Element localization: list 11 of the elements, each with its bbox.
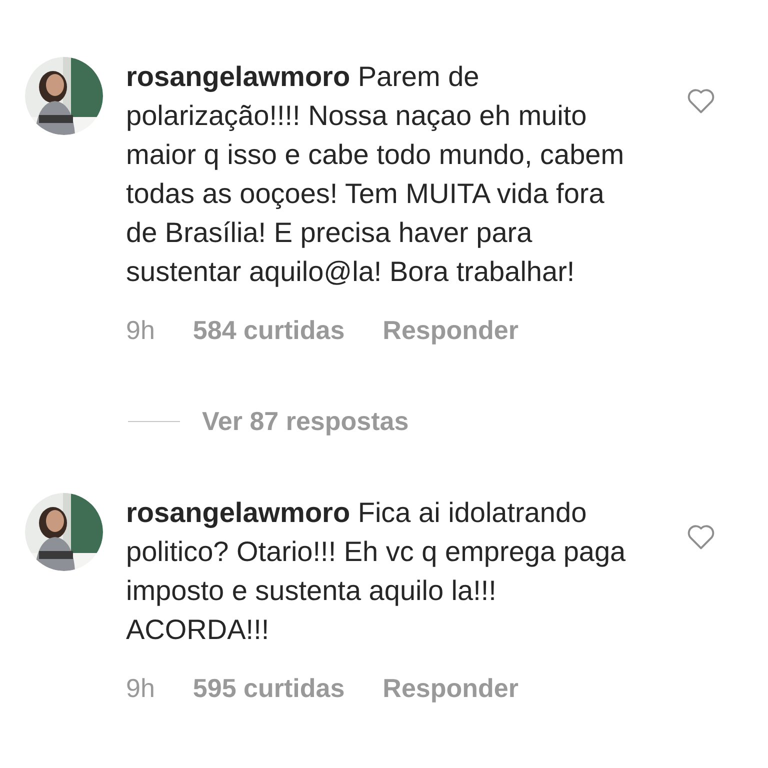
heart-icon[interactable] xyxy=(686,523,716,550)
likes-link[interactable]: 595 curtidas xyxy=(192,669,345,708)
comment-time: 9h xyxy=(126,314,155,347)
comment-text: rosangelawmoro Parem de polarização!!!! Nossa naçao eh muito maior q isso e cabe todo mundo, cabem todas as ooçoes! Tem MUITA vida fora de Brasília! E precisa haver para sustentar aquilo@la! Bora trabalhar! xyxy=(126,60,626,289)
heart-icon[interactable] xyxy=(686,87,716,114)
view-replies-link[interactable]: Ver 87 respostas xyxy=(202,402,409,441)
comment-text: rosangelawmoro Fica ai idolatrando politico? Otario!!! Eh vc q emprega paga imposto e sustenta aquilo la!!! ACORDA!!! xyxy=(126,496,627,647)
likes-link[interactable]: 584 curtidas xyxy=(192,311,345,350)
comment-time: 9h xyxy=(126,672,155,705)
reply-link[interactable]: Responder xyxy=(382,311,518,350)
reply-link[interactable]: Responder xyxy=(382,669,518,708)
